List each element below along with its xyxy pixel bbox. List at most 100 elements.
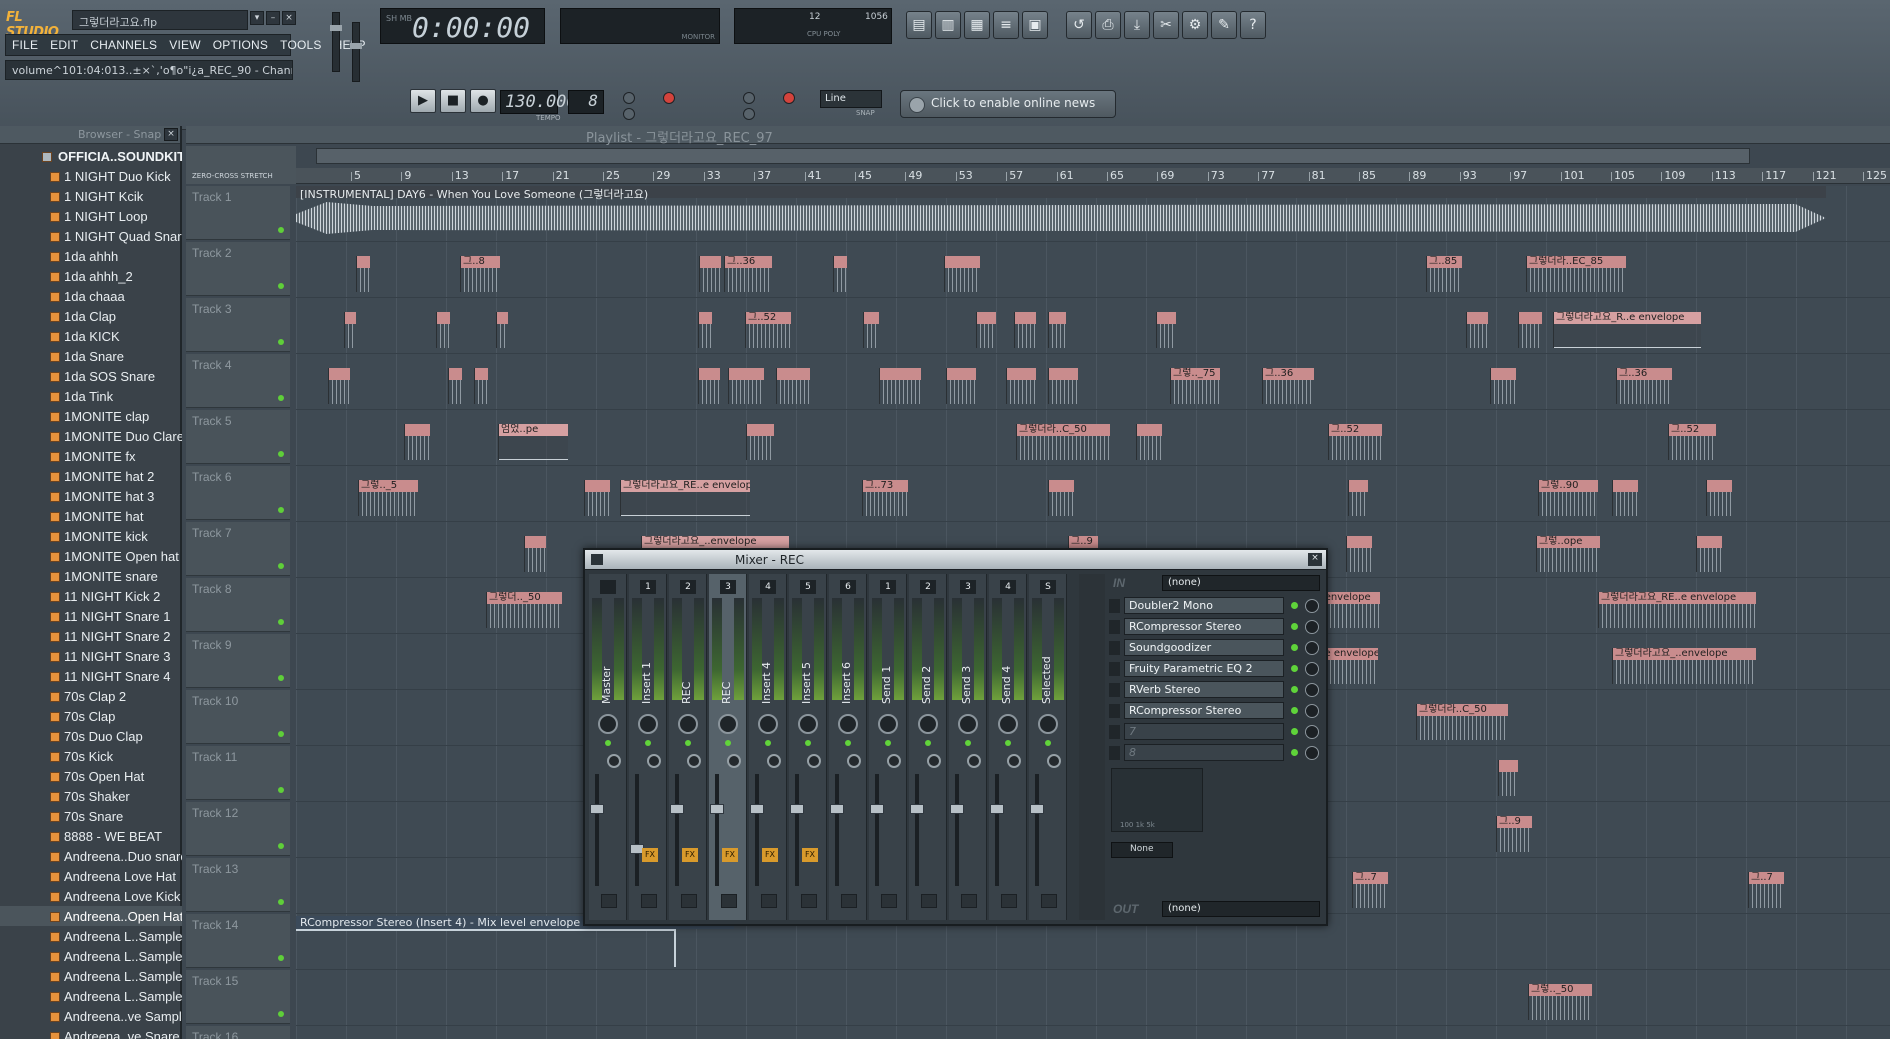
- browser-item[interactable]: 1 NIGHT Loop: [0, 206, 182, 226]
- mixer-channel-strip[interactable]: 4 Send 4: [989, 574, 1027, 920]
- effect-enable-led[interactable]: [1291, 665, 1298, 672]
- pan-knob[interactable]: [878, 714, 898, 734]
- effect-slot[interactable]: RCompressor Stereo: [1109, 617, 1322, 637]
- track-mute-led[interactable]: [278, 955, 284, 961]
- audio-clip[interactable]: [1048, 312, 1066, 348]
- browser-item[interactable]: Andreena L..Sample 2: [0, 926, 182, 946]
- audio-clip[interactable]: [1612, 480, 1638, 516]
- slot-menu-icon[interactable]: [1109, 662, 1120, 676]
- audio-clip[interactable]: [1346, 536, 1372, 572]
- effect-slot-name[interactable]: RCompressor Stereo: [1124, 618, 1284, 635]
- pan-knob[interactable]: [958, 714, 978, 734]
- pan-knob[interactable]: [918, 714, 938, 734]
- fx-icon[interactable]: FX: [762, 848, 778, 862]
- audio-clip[interactable]: [1136, 424, 1162, 460]
- browser-item[interactable]: Andreena..Open Hat: [0, 906, 182, 926]
- effect-enable-led[interactable]: [1291, 749, 1298, 756]
- audio-clip[interactable]: [1518, 312, 1542, 348]
- browser-item[interactable]: 1da Tink: [0, 386, 182, 406]
- record-arm-icon[interactable]: [1001, 894, 1017, 908]
- audio-clip[interactable]: 그렇더라..C_50: [1416, 704, 1508, 740]
- effect-slot-name[interactable]: 7: [1124, 723, 1284, 740]
- save-icon[interactable]: ⎙: [1095, 11, 1121, 39]
- browser-item[interactable]: 1MONITE snare: [0, 566, 182, 586]
- track-mute-led[interactable]: [278, 451, 284, 457]
- mixer-channel-strip[interactable]: 4 Insert 4 FX: [749, 574, 787, 920]
- fx-icon[interactable]: FX: [802, 848, 818, 862]
- audio-clip[interactable]: [833, 256, 847, 292]
- playlist-scrollbar[interactable]: [316, 148, 1750, 164]
- audio-clip[interactable]: [1348, 480, 1368, 516]
- audio-clip[interactable]: 그..8: [460, 256, 500, 292]
- channel-enable-led[interactable]: [645, 740, 651, 746]
- effect-slot-name[interactable]: RVerb Stereo: [1124, 681, 1284, 698]
- volume-fader[interactable]: [990, 774, 1004, 886]
- channel-enable-led[interactable]: [805, 740, 811, 746]
- browser-item[interactable]: Andreena L..Sample 4: [0, 966, 182, 986]
- pan-knob[interactable]: [998, 714, 1018, 734]
- project-title-field[interactable]: 그렇더라고요.flp: [72, 10, 248, 30]
- audio-clip[interactable]: [698, 312, 712, 348]
- send-knob[interactable]: [767, 754, 781, 768]
- effect-slot[interactable]: 8: [1109, 743, 1322, 763]
- audio-clip[interactable]: [863, 312, 879, 348]
- track-mute-led[interactable]: [278, 787, 284, 793]
- mix-level-knob[interactable]: [1305, 725, 1319, 739]
- audio-clip[interactable]: 그..36: [1262, 368, 1314, 404]
- track-lane[interactable]: 그..8 그..36 그..85 그렇더라..EC_85: [296, 242, 1890, 298]
- track-link-select[interactable]: None: [1111, 842, 1173, 858]
- audio-clip[interactable]: 그렇..ope: [1536, 536, 1600, 572]
- record-arm-icon[interactable]: [1041, 894, 1057, 908]
- audio-clip[interactable]: [1014, 312, 1036, 348]
- track-header[interactable]: Track 16: [186, 1026, 290, 1039]
- track-header[interactable]: Track 3: [186, 298, 290, 352]
- menu-edit[interactable]: EDIT: [44, 35, 84, 55]
- track-header[interactable]: Track 1: [186, 186, 290, 240]
- audio-clip[interactable]: [1696, 536, 1722, 572]
- browser-item[interactable]: 70s Clap 2: [0, 686, 182, 706]
- volume-fader[interactable]: [1030, 774, 1044, 886]
- browser-folder[interactable]: OFFICIA..SOUNDKIT: [0, 146, 182, 166]
- record-arm-icon[interactable]: [801, 894, 817, 908]
- mixer-icon[interactable]: ▣: [1022, 11, 1048, 39]
- volume-fader[interactable]: [750, 774, 764, 886]
- pan-knob[interactable]: [1038, 714, 1058, 734]
- notes-icon[interactable]: ✎: [1211, 11, 1237, 39]
- track-lane[interactable]: [296, 1026, 1890, 1039]
- track-mute-led[interactable]: [278, 507, 284, 513]
- pan-knob[interactable]: [598, 714, 618, 734]
- mixer-channel-strip[interactable]: 5 Insert 5 FX: [789, 574, 827, 920]
- step-edit-icon[interactable]: [743, 92, 755, 104]
- pan-knob[interactable]: [678, 714, 698, 734]
- pan-knob[interactable]: [798, 714, 818, 734]
- browser-item[interactable]: 1MONITE Open hat: [0, 546, 182, 566]
- audio-clip[interactable]: [1156, 312, 1176, 348]
- audio-clip[interactable]: [356, 256, 370, 292]
- mix-level-knob[interactable]: [1305, 746, 1319, 760]
- audio-clip[interactable]: 그렇더라..C_50: [1016, 424, 1110, 460]
- audio-clip[interactable]: [946, 368, 976, 404]
- track-mute-led[interactable]: [278, 395, 284, 401]
- audio-clip[interactable]: [746, 424, 774, 460]
- browser-item[interactable]: 11 NIGHT Snare 1: [0, 606, 182, 626]
- slot-menu-icon[interactable]: [1109, 746, 1120, 760]
- track-lane[interactable]: 그렇.._75 그..36 그..36: [296, 354, 1890, 410]
- audio-clip[interactable]: 그..73: [862, 480, 908, 516]
- browser-item[interactable]: 1MONITE hat 3: [0, 486, 182, 506]
- menu-file[interactable]: FILE: [6, 35, 44, 55]
- browser-item[interactable]: 1da SOS Snare: [0, 366, 182, 386]
- audio-clip[interactable]: 그..36: [724, 256, 772, 292]
- track-mute-led[interactable]: [278, 339, 284, 345]
- input-select[interactable]: (none): [1162, 575, 1320, 591]
- audio-clip[interactable]: [1466, 312, 1488, 348]
- browser-item[interactable]: Andreena L..Sample 3: [0, 946, 182, 966]
- send-knob[interactable]: [927, 754, 941, 768]
- effect-slot[interactable]: Fruity Parametric EQ 2: [1109, 659, 1322, 679]
- track-header[interactable]: Track 9: [186, 634, 290, 688]
- send-knob[interactable]: [887, 754, 901, 768]
- effect-slot[interactable]: RCompressor Stereo: [1109, 701, 1322, 721]
- send-knob[interactable]: [1047, 754, 1061, 768]
- browser-item[interactable]: 1da KICK: [0, 326, 182, 346]
- volume-fader[interactable]: [590, 774, 604, 886]
- mix-level-knob[interactable]: [1305, 599, 1319, 613]
